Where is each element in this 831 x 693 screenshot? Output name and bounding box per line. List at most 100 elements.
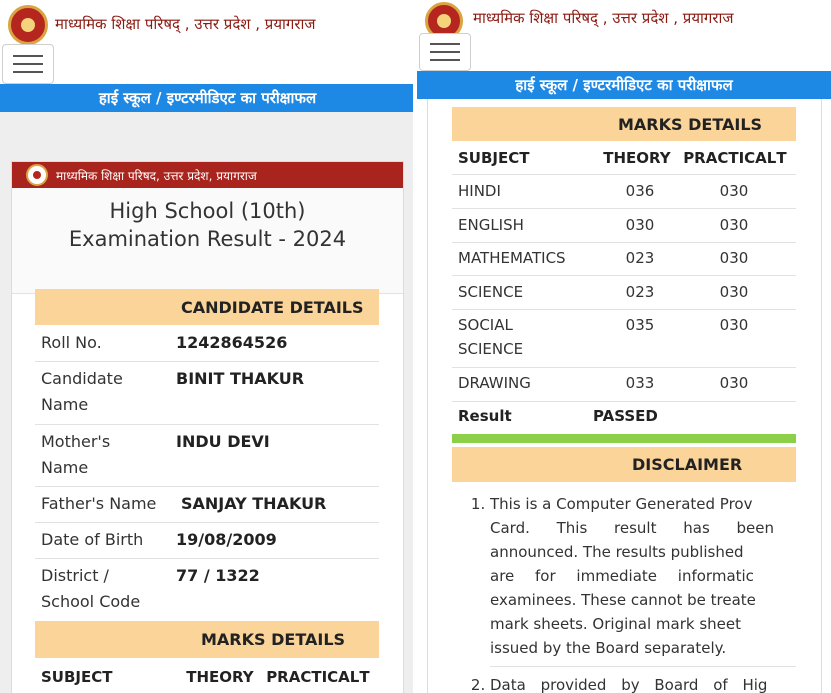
mother-name-label: Mother's Name: [35, 425, 176, 486]
label-line: Candidate: [41, 369, 123, 388]
roll-row: Roll No. 1242864526: [35, 327, 379, 362]
right-screen: माध्यमिक शिक्षा परिषद् , उत्तर प्रदेश , …: [417, 0, 831, 693]
table-row: DRAWING 033 030: [452, 368, 796, 402]
title-line-1: High School (10th): [109, 199, 306, 223]
subject-line: SOCIAL: [458, 316, 513, 334]
subject-line: SCIENCE: [458, 340, 524, 358]
site-title: माध्यमिक शिक्षा परिषद् , उत्तर प्रदेश , …: [55, 15, 316, 33]
disclaimer-list: This is a Computer Generated Prov Card. …: [452, 492, 796, 693]
subject-cell: SOCIAL SCIENCE: [452, 310, 593, 367]
title-line-2: Examination Result - 2024: [68, 227, 347, 251]
label-line: Name: [41, 395, 89, 414]
menu-line-icon: [430, 59, 460, 61]
site-title: माध्यमिक शिक्षा परिषद् , उत्तर प्रदेश , …: [473, 9, 734, 27]
board-logo-icon: [26, 164, 48, 186]
menu-line-icon: [13, 55, 43, 57]
menu-line-icon: [13, 71, 43, 73]
menu-line-icon: [430, 51, 460, 53]
label-line: School Code: [41, 592, 141, 611]
district-value: 77 / 1322: [176, 566, 260, 585]
result-value: PASSED: [593, 407, 658, 425]
candidate-name-row: Candidate Name BINIT THAKUR: [35, 362, 379, 425]
col-subject: SUBJECT: [41, 668, 113, 686]
practical-cell: 030: [719, 316, 749, 334]
table-row: ENGLISH 030 030: [452, 209, 796, 243]
col-theory: THEORY: [186, 668, 254, 686]
result-nav-bar[interactable]: हाई स्कूल / इण्टरमीडिएट का परीक्षाफल: [0, 84, 415, 112]
dob-label: Date of Birth: [41, 530, 144, 549]
practical-cell: 030: [719, 283, 749, 301]
district-label: District / School Code: [35, 559, 176, 621]
table-row: MATHEMATICS 023 030: [452, 243, 796, 276]
candidate-details-header: CANDIDATE DETAILS: [35, 289, 379, 325]
top-header: माध्यमिक शिक्षा परिषद् , उत्तर प्रदेश , …: [417, 0, 831, 71]
label-line: Mother's: [41, 432, 111, 451]
district-row: District / School Code 77 / 1322: [35, 559, 379, 621]
disclaimer-header: DISCLAIMER: [452, 447, 796, 482]
label-line: Name: [41, 458, 89, 477]
disclaimer-line: examinees. These cannot be treate: [490, 591, 756, 609]
col-total: T: [776, 149, 787, 167]
subject-cell: SCIENCE: [458, 283, 524, 301]
mother-name-value: INDU DEVI: [176, 432, 270, 451]
board-logo-icon: [8, 5, 48, 45]
mother-name-row: Mother's Name INDU DEVI: [35, 425, 379, 487]
disclaimer-item: Data provided by Board of Hig: [490, 666, 796, 693]
father-name-label: Father's Name: [41, 494, 157, 513]
candidate-name-value: BINIT THAKUR: [176, 369, 305, 388]
roll-value: 1242864526: [176, 333, 288, 352]
menu-line-icon: [13, 63, 43, 65]
theory-cell: 023: [625, 249, 655, 267]
practical-cell: 030: [719, 249, 749, 267]
menu-toggle-button[interactable]: [419, 33, 471, 71]
result-label: Result: [458, 407, 512, 425]
marks-details-header: MARKS DETAILS: [35, 621, 379, 658]
theory-cell: 033: [625, 374, 655, 392]
disclaimer-item: This is a Computer Generated Prov Card. …: [490, 492, 796, 660]
menu-toggle-button[interactable]: [2, 44, 54, 84]
table-row: SCIENCE 023 030: [452, 276, 796, 310]
disclaimer-line: This is a Computer Generated Prov: [490, 495, 753, 513]
subject-cell: DRAWING: [458, 374, 531, 392]
card-header-text: माध्यमिक शिक्षा परिषद, उत्तर प्रदेश, प्र…: [56, 168, 257, 183]
subject-cell: MATHEMATICS: [458, 249, 566, 267]
father-name-value: SANJAY THAKUR: [181, 494, 327, 513]
dob-value: 19/08/2009: [176, 530, 277, 549]
col-theory: THEORY: [603, 149, 671, 167]
roll-label: Roll No.: [41, 333, 102, 352]
disclaimer-line: mark sheets. Original mark sheet: [490, 615, 741, 633]
father-name-row: Father's Name SANJAY THAKUR: [35, 487, 379, 523]
page-title: High School (10th) Examination Result - …: [12, 188, 403, 294]
marks-table-header: SUBJECT THEORY PRACTICAL T: [35, 662, 379, 693]
label-line: District /: [41, 566, 109, 585]
theory-cell: 035: [625, 316, 655, 334]
disclaimer-line: Data provided by Board of Hig: [490, 676, 768, 693]
col-practical: PRACTICAL: [266, 668, 360, 686]
marks-table-header: SUBJECT THEORY PRACTICAL T: [452, 143, 796, 175]
col-subject: SUBJECT: [458, 149, 530, 167]
table-row: HINDI 036 030: [452, 175, 796, 209]
table-row: SOCIAL SCIENCE 035 030: [452, 310, 796, 368]
subject-cell: ENGLISH: [458, 216, 524, 234]
menu-line-icon: [430, 43, 460, 45]
candidate-name-label: Candidate Name: [35, 362, 176, 424]
dob-row: Date of Birth 19/08/2009: [35, 523, 379, 559]
theory-cell: 036: [625, 182, 655, 200]
disclaimer-line: issued by the Board separately.: [490, 639, 727, 657]
result-nav-bar[interactable]: हाई स्कूल / इण्टरमीडिएट का परीक्षाफल: [417, 71, 831, 99]
pass-status-bar: [452, 434, 796, 443]
col-practical: PRACTICAL: [683, 149, 777, 167]
theory-cell: 023: [625, 283, 655, 301]
disclaimer-line: Card. This result has been: [490, 519, 775, 537]
card-header: माध्यमिक शिक्षा परिषद, उत्तर प्रदेश, प्र…: [12, 162, 403, 188]
theory-cell: 030: [625, 216, 655, 234]
disclaimer-line: announced. The results published: [490, 543, 744, 561]
practical-cell: 030: [719, 216, 749, 234]
disclaimer-line: are for immediate informatic: [490, 567, 754, 585]
marks-details-header: MARKS DETAILS: [452, 107, 796, 141]
left-screen: माध्यमिक शिक्षा परिषद् , उत्तर प्रदेश , …: [0, 0, 415, 693]
top-header: माध्यमिक शिक्षा परिषद् , उत्तर प्रदेश , …: [0, 0, 415, 84]
subject-cell: HINDI: [458, 182, 501, 200]
result-row: Result PASSED: [452, 402, 796, 432]
practical-cell: 030: [719, 374, 749, 392]
